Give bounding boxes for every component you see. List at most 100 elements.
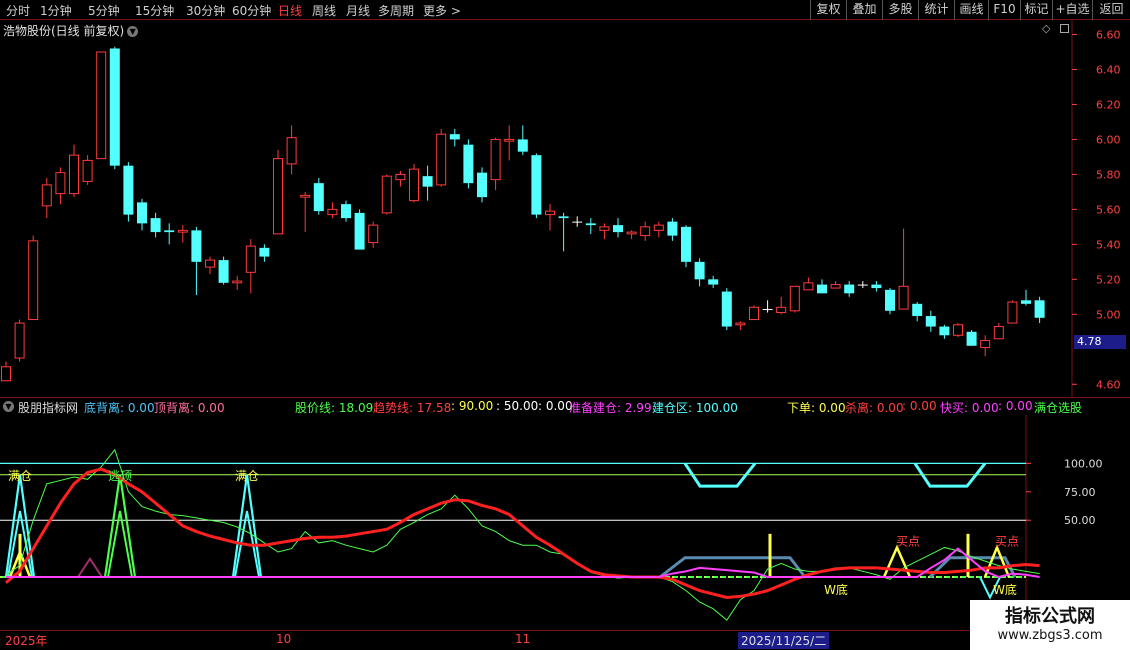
candle-body [558,216,569,219]
ind-kill: 杀离: 0.00 [845,401,904,415]
indicator-name[interactable]: 股朋指标网 [18,399,78,416]
escape-top-spike [107,510,133,578]
ind-level-50: : 50.00 [496,399,539,413]
escape-top-label: 逃顶 [108,469,132,483]
price-tick-label: 5.60 [1096,203,1121,216]
candle-body [1007,301,1018,324]
candle-body [626,231,637,235]
series-line-0 [5,448,1040,621]
candle-body [436,133,447,186]
ind-fast-buy: 快买: 0.00 [940,401,999,415]
candle-body [531,155,542,215]
ind-tick-label: 100.00 [1064,457,1103,470]
indicator-header: ▼ 股朋指标网 底背离: 0.00 顶背离: 0.00 股价线: 18.09 趋… [0,397,1130,416]
candle-body [177,229,188,233]
candle-body [585,223,596,226]
candle-body [653,224,664,231]
candle-body [354,212,365,250]
buy-point-label: 买点 [995,534,1019,548]
prepare-plateau [659,556,807,579]
candle-body [341,204,351,219]
candle-body [694,261,705,280]
ind-level-0: : 0.00 [538,399,573,413]
candle-body [232,280,243,284]
candle-body [395,173,406,181]
candle-body [749,306,759,321]
date-label-nov: 11 [515,632,531,646]
candle-body [123,165,134,215]
candle-body [966,331,977,346]
candle-body [885,289,895,311]
candle-body [14,322,25,359]
ind-build-zone: 建仓区: 100.00 [652,401,738,415]
ind-price-line: 股价线: 18.09 [295,401,374,415]
candle-body [599,226,610,231]
candle-body [28,240,39,321]
ind-tick-label: 50.00 [1064,514,1096,527]
candle-body [381,175,392,214]
indicator-menu[interactable]: ▼ [3,399,14,413]
candle-body [898,285,909,310]
candle-body [55,172,66,195]
chevron-down-icon[interactable]: ▼ [3,401,14,412]
watermark-title: 指标公式网 [1005,606,1095,627]
candle-body [150,218,161,233]
candle-body [640,226,651,237]
price-tick-label: 6.60 [1096,28,1121,41]
candle-body [844,284,855,294]
price-tick-label: 6.20 [1096,98,1121,111]
candle-body [681,226,691,262]
price-tick-label: 6.00 [1096,133,1121,146]
candle-body [463,144,474,184]
candle-body [205,259,215,268]
cursor-date: 2025/11/25/二 [738,632,830,649]
price-tick-label: 5.00 [1096,308,1121,321]
ind-trend-line: 趋势线: 17.58 [373,401,452,415]
candle-body [1021,300,1031,304]
candle-body [109,48,120,166]
candle-body [776,306,787,314]
candle-body [327,208,338,216]
ind-full-select: 满仓选股 [1034,401,1083,415]
candle-body [545,210,555,216]
candle-body [667,221,678,236]
candle-body [490,138,501,181]
full-position-label: 满仓 [8,469,32,483]
candle-body [286,137,297,165]
buy-triangle [882,544,912,578]
ind-level-90: : 90.00 [451,399,494,413]
candle-body [191,230,202,262]
ind-top-divergence: 顶背离: 0.00 [154,401,225,415]
candle-body [517,139,528,152]
ind-prepare-build: 准备建仓: 2.99 [569,401,652,415]
candle-body [613,225,623,233]
buy-point-label: 买点 [896,534,920,548]
series-line-1 [5,467,1040,599]
candle-body [708,279,719,285]
candle-body [993,326,1004,340]
candle-body [572,221,583,223]
candle-body [218,260,229,283]
candle-body [449,134,460,140]
candle-body [477,172,487,198]
indicator-chart[interactable]: 满仓 逃顶 满仓买点 买点 W底 W底 100.00 75.00 50.00 [0,415,1130,630]
candle-body [69,154,79,195]
w-bottom-label: W底 [993,582,1017,597]
price-tick-label: 5.20 [1096,273,1121,286]
candle-body [259,247,270,257]
candle-body [1,366,11,382]
candle-body [504,138,515,142]
ind-bottom-divergence: 底背离: 0.00 [84,401,155,415]
ind-fast-buy-2: : 0.00 [998,399,1033,413]
candle-body [735,322,746,326]
candle-body [1034,300,1045,318]
escape-top-spike [103,474,137,578]
current-price-label: 4.78 [1074,335,1126,349]
candle-body [789,285,800,312]
candle-body [300,194,311,198]
price-tick-label: 6.40 [1096,63,1121,76]
ind-order: 下单: 0.00 [787,401,846,415]
full-position-label: 满仓 [235,469,259,483]
candlestick-chart[interactable]: 6.60 6.40 6.20 6.00 5.80 5.60 5.40 5.20 5.00 4.60 [0,0,1130,397]
candle-body [817,284,827,294]
